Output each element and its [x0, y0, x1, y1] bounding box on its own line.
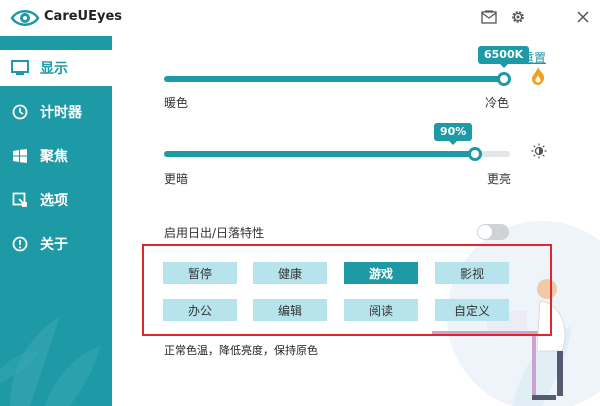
settings-button[interactable] — [507, 6, 529, 28]
feedback-button[interactable] — [478, 6, 500, 28]
info-icon — [10, 234, 30, 254]
toggle-knob — [478, 225, 492, 239]
temperature-slider[interactable] — [164, 76, 504, 82]
mode-highlight-box — [142, 244, 552, 336]
app-title: CareUEyes — [44, 9, 123, 24]
reset-link[interactable]: 重置 — [522, 49, 546, 66]
mode-button-pause[interactable]: 暂停 — [163, 262, 237, 284]
brightness-sun-icon — [531, 143, 547, 159]
close-button[interactable] — [572, 6, 594, 28]
warm-color-label: 暖色 — [164, 96, 189, 110]
mail-icon — [481, 10, 497, 24]
brightness-slider-fill — [164, 151, 476, 157]
mode-button-reading[interactable]: 阅读 — [344, 299, 418, 321]
monitor-icon — [10, 58, 30, 78]
sidebar-item-label: 计时器 — [40, 105, 82, 121]
sidebar-item-focus[interactable]: 聚焦 — [0, 138, 112, 174]
cool-color-label: 冷色 — [485, 96, 510, 110]
brighter-label: 更亮 — [487, 172, 512, 186]
mode-button-custom[interactable]: 自定义 — [435, 299, 509, 321]
brightness-slider-knob[interactable] — [468, 147, 483, 161]
sunrise-sunset-toggle[interactable] — [477, 224, 509, 240]
windows-icon — [10, 146, 30, 166]
mode-button-office[interactable]: 办公 — [163, 299, 237, 321]
clock-icon — [10, 102, 30, 122]
sidebar-item-display[interactable]: 显示 — [0, 50, 112, 86]
sidebar-item-label: 选项 — [40, 193, 68, 209]
sidebar-item-options[interactable]: 选项 — [0, 182, 112, 218]
mode-description: 正常色温，降低亮度，保持原色 — [164, 344, 318, 357]
eye-logo-icon — [10, 10, 40, 26]
sidebar-item-label: 关于 — [40, 237, 68, 253]
mode-button-health[interactable]: 健康 — [253, 262, 327, 284]
mode-button-game[interactable]: 游戏 — [344, 262, 418, 284]
temperature-slider-knob[interactable] — [497, 72, 511, 86]
brightness-value-bubble: 90% — [434, 123, 473, 145]
brightness-slider[interactable] — [164, 151, 510, 157]
mode-button-movie[interactable]: 影视 — [435, 262, 509, 284]
sidebar: 显示 计时器 聚焦 选项 关于 — [0, 36, 112, 406]
title-bar: CareUEyes — [0, 0, 600, 36]
temperature-slider-fill — [164, 76, 504, 82]
option-icon — [10, 190, 30, 210]
darker-label: 更暗 — [164, 172, 189, 186]
sidebar-item-label: 显示 — [40, 61, 68, 77]
sunrise-sunset-label: 启用日出/日落特性 — [164, 226, 265, 240]
flame-icon — [532, 67, 545, 85]
sidebar-item-label: 聚焦 — [40, 149, 68, 165]
gear-icon — [512, 11, 524, 23]
sidebar-item-timer[interactable]: 计时器 — [0, 94, 112, 130]
leaf-decoration — [0, 316, 100, 406]
close-icon — [577, 11, 589, 23]
mode-button-edit[interactable]: 编辑 — [253, 299, 327, 321]
